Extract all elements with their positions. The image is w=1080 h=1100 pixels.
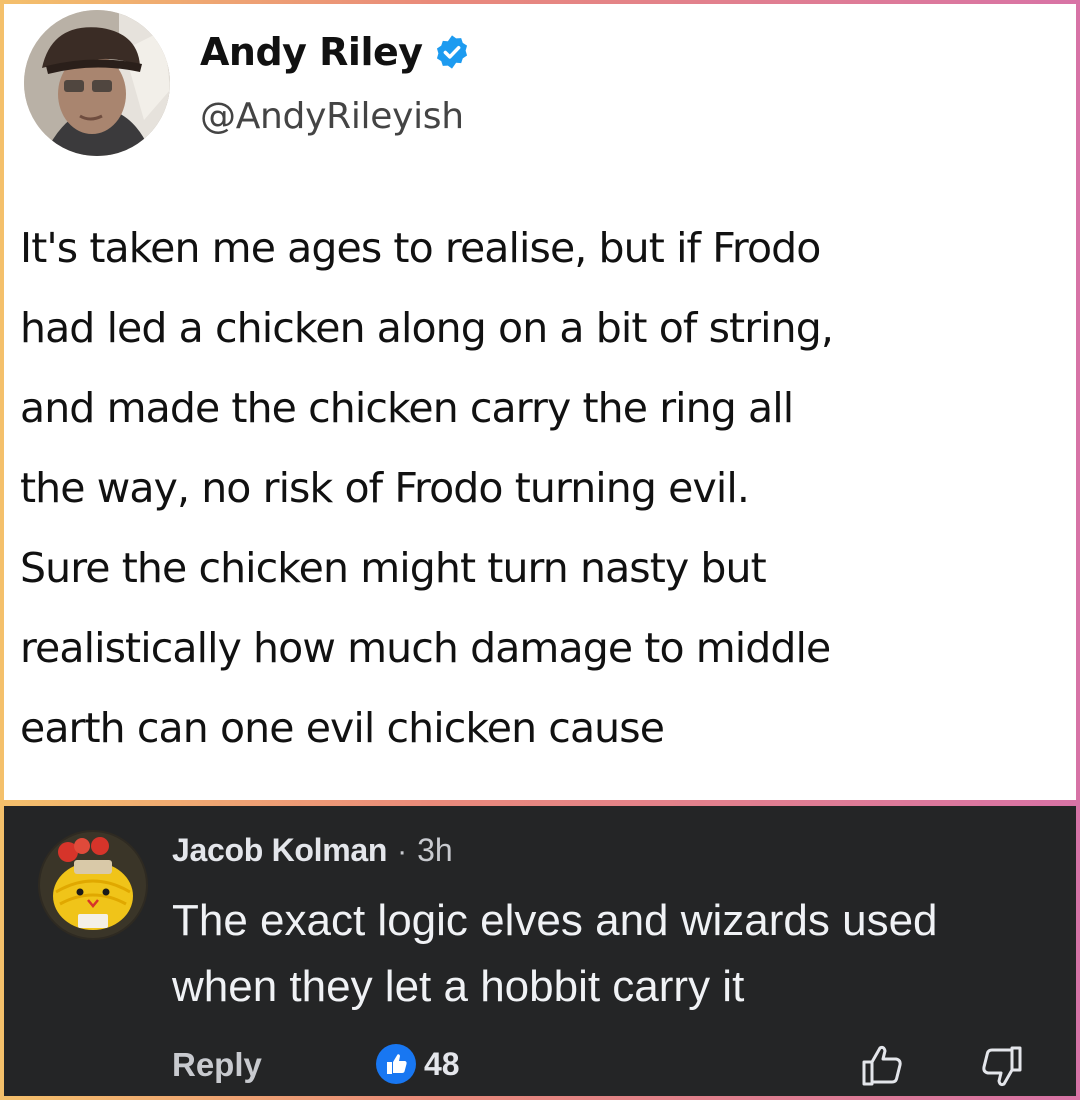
comment-text-line: The exact logic elves and wizards used (172, 896, 938, 945)
comment-card: Jacob Kolman · 3h The exact logic elves … (4, 806, 1076, 1096)
verified-badge-icon (433, 33, 471, 71)
tweet-text-line: the way, no risk of Frodo turning evil. (20, 464, 750, 512)
comment-actions: Reply 48 (172, 1044, 1052, 1088)
tweet-text-line: earth can one evil chicken cause (20, 704, 665, 752)
thumbs-up-icon[interactable] (858, 1042, 906, 1090)
tweet-header: Andy Riley @AndyRileyish (24, 10, 724, 160)
tweet-card: Andy Riley @AndyRileyish It's taken me a… (4, 4, 1076, 800)
comment-text-line: when they let a hobbit carry it (172, 962, 745, 1011)
tweet-text-line: realistically how much damage to middle (20, 624, 831, 672)
tweet-text-line: and made the chicken carry the ring all (20, 384, 794, 432)
comment-text: The exact logic elves and wizards used w… (172, 888, 1052, 1020)
author-handle[interactable]: @AndyRileyish (200, 96, 464, 137)
like-summary[interactable]: 48 (376, 1044, 460, 1084)
like-thumb-icon (376, 1044, 416, 1084)
tweet-text-line: Sure the chicken might turn nasty but (20, 544, 767, 592)
reply-button[interactable]: Reply (172, 1046, 262, 1084)
thumbs-down-icon[interactable] (978, 1042, 1026, 1090)
author-name-row: Andy Riley (200, 30, 471, 74)
tweet-text-line: It's taken me ages to realise, but if Fr… (20, 224, 821, 272)
comment-timestamp[interactable]: 3h (417, 832, 453, 869)
avatar[interactable] (24, 10, 170, 156)
author-display-name[interactable]: Andy Riley (200, 30, 423, 74)
commenter-avatar[interactable] (38, 830, 148, 940)
like-count: 48 (424, 1045, 460, 1082)
comment-author-name[interactable]: Jacob Kolman (172, 832, 387, 869)
meta-separator: · (397, 835, 408, 868)
tweet-text-line: had led a chicken along on a bit of stri… (20, 304, 834, 352)
tweet-text: It's taken me ages to realise, but if Fr… (20, 208, 1060, 768)
comment-meta: Jacob Kolman · 3h (172, 832, 453, 869)
